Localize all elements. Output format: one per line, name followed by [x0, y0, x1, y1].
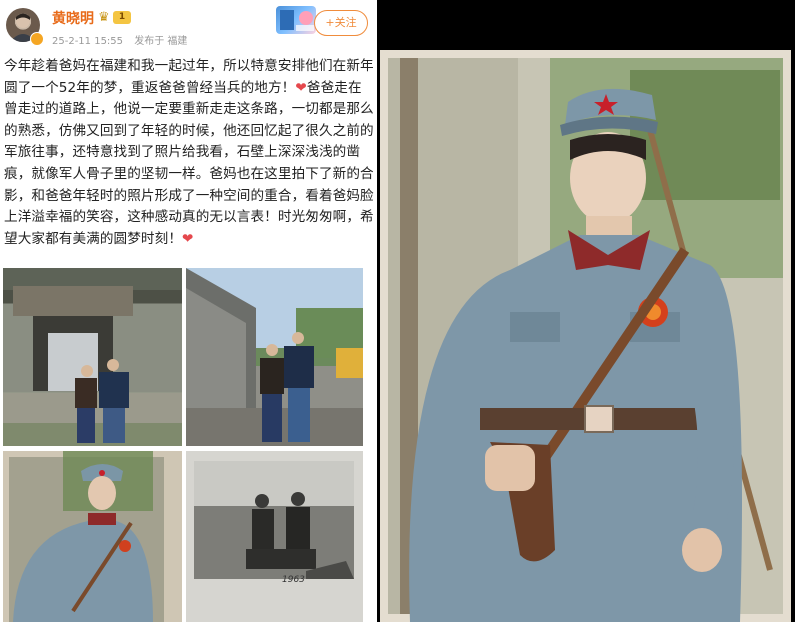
post-meta: 25-2-11 15:55 发布于 福建 — [52, 32, 195, 47]
weibo-post: 黄晓明 ♛ 1 25-2-11 15:55 发布于 福建 +关注 今年趁着爸妈在… — [0, 0, 377, 622]
photo-vintage-bw[interactable]: 1963 — [186, 451, 363, 622]
soldier-photo-large[interactable] — [380, 50, 791, 622]
sticker — [276, 6, 316, 34]
photo-stone-wall[interactable] — [186, 268, 363, 446]
photo-caption: 1963 — [282, 575, 305, 585]
level-badge: 1 — [113, 11, 131, 24]
post-timestamp: 25-2-11 15:55 — [52, 36, 124, 47]
post-text-part2: 爸爸走在曾走过的道路上，他说一定要重新走走这条路，一切都是那么的熟悉，仿佛又回到… — [4, 79, 374, 247]
post-text: 今年趁着爸妈在福建和我一起过年，所以特意安排他们在新年圆了一个52年的梦，重返爸… — [4, 56, 374, 250]
verified-badge-icon — [30, 32, 44, 46]
heart-icon: ❤ — [295, 79, 307, 96]
heart-icon: ❤ — [182, 230, 194, 247]
post-location: 发布于 福建 — [134, 36, 188, 47]
vip-crown-icon: ♛ — [98, 10, 110, 25]
photo-soldier-small[interactable] — [3, 451, 182, 622]
photo-gate[interactable] — [3, 268, 182, 446]
author-name[interactable]: 黄晓明 — [52, 8, 94, 28]
post-header: 黄晓明 ♛ 1 25-2-11 15:55 发布于 福建 +关注 — [0, 0, 377, 56]
follow-button[interactable]: +关注 — [314, 10, 368, 36]
